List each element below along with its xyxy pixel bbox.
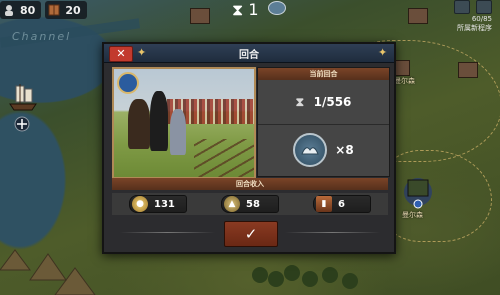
industry-income: ▲ 58 <box>221 195 279 213</box>
map-label-channel: Channel <box>12 30 72 43</box>
army-unit-icon[interactable] <box>398 170 438 210</box>
turn-counter-value: 1 <box>248 0 259 19</box>
illustration-fence <box>194 139 254 177</box>
event-illustration <box>112 67 256 179</box>
map-building[interactable] <box>458 62 478 78</box>
book-income-value: 6 <box>338 198 345 210</box>
industry-income-value: 58 <box>246 198 260 210</box>
book-income: ▮ 6 <box>313 195 371 213</box>
multiplier-row: ×8 <box>258 125 389 175</box>
book-icon <box>48 4 60 16</box>
settings-icon[interactable] <box>476 0 492 14</box>
city-label: 曼尔森 <box>394 77 415 85</box>
current-turn-panel: 当前回合 ⧗ 1/556 ×8 <box>257 67 390 177</box>
progress-label: 所属新程序 <box>457 24 492 32</box>
illustration-rider <box>128 99 150 149</box>
dialog-header: ✕ ✦ 回合 ✦ <box>104 44 394 63</box>
map-building[interactable] <box>408 8 428 24</box>
nation-badge-icon <box>117 72 139 94</box>
hourglass-icon: ⧗ <box>295 95 305 109</box>
illustration-army <box>154 99 254 124</box>
hourglass-icon: ⧗ <box>232 0 244 19</box>
sparkle-icon: ✦ <box>137 46 147 59</box>
forest <box>252 265 358 289</box>
multiplier-value: ×8 <box>335 143 354 157</box>
dialog-footer: ✓ <box>112 218 388 248</box>
top-hud: 80 20 <box>0 0 87 20</box>
illustration-rider <box>150 91 168 151</box>
manpower-icon <box>5 5 13 16</box>
industry-icon: ▲ <box>224 196 240 212</box>
wing-emblem-icon <box>293 133 328 167</box>
manpower-value: 80 <box>20 3 36 17</box>
turn-indicator[interactable]: ⧗ 1 <box>232 0 286 20</box>
dialog-title: 回合 <box>239 49 259 61</box>
income-row: ● 131 ▲ 58 ▮ 6 <box>112 193 388 215</box>
illustration-rider <box>170 109 186 155</box>
mountains <box>0 249 96 295</box>
gold-coin-icon: ● <box>132 196 148 212</box>
map-building[interactable] <box>190 8 210 24</box>
confirm-button[interactable]: ✓ <box>224 221 278 247</box>
book-value: 20 <box>65 3 81 17</box>
city-label: 曼尔森 <box>402 211 423 219</box>
close-button[interactable]: ✕ <box>109 46 133 62</box>
manpower-counter[interactable]: 80 <box>0 1 42 19</box>
turn-value: 1/556 <box>313 95 352 109</box>
divider-line <box>285 232 380 233</box>
current-turn-header: 当前回合 <box>258 68 389 80</box>
crosshair-icon[interactable] <box>14 116 30 132</box>
emblem-icon <box>267 1 286 15</box>
menu-icon[interactable] <box>454 0 470 14</box>
divider-line <box>120 232 215 233</box>
book-icon: ▮ <box>316 196 332 212</box>
book-counter[interactable]: 20 <box>45 1 87 19</box>
turn-row: ⧗ 1/556 <box>258 80 389 125</box>
progress-value: 60/85 <box>471 15 492 23</box>
sparkle-icon: ✦ <box>378 46 388 59</box>
gold-income: ● 131 <box>129 195 187 213</box>
ship-icon[interactable] <box>6 80 40 114</box>
turn-dialog: ✕ ✦ 回合 ✦ 当前回合 ⧗ 1/556 ×8 回合收入 ● 131 ▲ 58… <box>102 42 396 254</box>
hud-right: 60/85 所属新程序 <box>454 0 492 33</box>
income-header: 回合收入 <box>112 178 388 190</box>
gold-income-value: 131 <box>154 198 175 210</box>
